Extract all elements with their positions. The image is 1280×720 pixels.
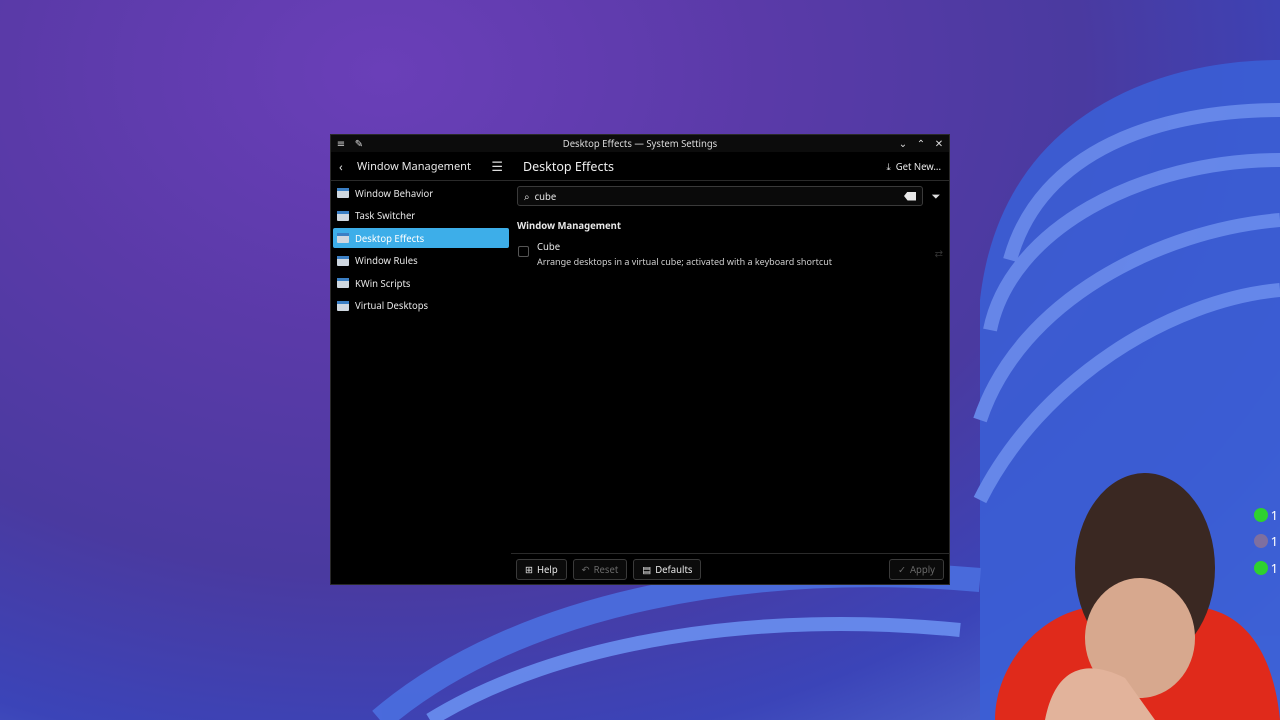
- search-value: cube: [534, 189, 557, 203]
- sidebar-item-label: Desktop Effects: [355, 231, 425, 245]
- desktop-effects-icon: [337, 233, 349, 244]
- sidebar-item-window-rules[interactable]: Window Rules: [333, 251, 509, 271]
- hud-row-2: 1: [1253, 532, 1278, 550]
- reset-button[interactable]: ↶ Reset: [572, 558, 628, 580]
- hud-value: 1: [1270, 532, 1278, 550]
- titlebar[interactable]: ≡ ✎ Desktop Effects — System Settings ⌄ …: [331, 135, 949, 152]
- effect-row-cube[interactable]: Cube Arrange desktops in a virtual cube;…: [511, 236, 949, 272]
- virtual-desktops-icon: [337, 300, 349, 311]
- task-switcher-icon: [337, 210, 349, 221]
- defaults-label: Defaults: [655, 562, 693, 576]
- apply-icon: ✓: [897, 562, 906, 576]
- help-icon: ⊞: [525, 562, 533, 576]
- sidebar-item-label: Window Behavior: [355, 186, 434, 200]
- maximize-icon[interactable]: ⌃: [915, 136, 927, 150]
- search-row: ⌕ cube ⏷: [511, 181, 949, 211]
- sidebar-item-desktop-effects[interactable]: Desktop Effects: [333, 228, 509, 249]
- help-button[interactable]: ⊞ Help: [516, 558, 567, 580]
- sidebar-item-label: Task Switcher: [355, 209, 416, 223]
- status-icon: [1253, 534, 1268, 548]
- minimize-icon[interactable]: ⌄: [897, 136, 909, 150]
- sidebar-nav: Window Behavior Task Switcher Desktop Ef…: [331, 181, 511, 321]
- kwin-scripts-icon: [337, 278, 349, 289]
- hamburger-menu-icon[interactable]: ☰: [491, 157, 503, 175]
- effect-name: Cube: [537, 240, 561, 253]
- webcam-overlay: [995, 473, 1280, 720]
- sidebar-item-task-switcher[interactable]: Task Switcher: [333, 206, 509, 226]
- sidebar-item-label: Window Rules: [355, 254, 418, 268]
- filter-icon[interactable]: ⏷: [929, 189, 943, 204]
- effect-checkbox[interactable]: [518, 246, 529, 257]
- footer: ⊞ Help ↶ Reset ▤ Defaults ✓ Apply: [511, 553, 949, 584]
- window-title: Desktop Effects — System Settings: [562, 137, 718, 150]
- reset-label: Reset: [593, 562, 619, 576]
- configure-icon[interactable]: ⇄: [935, 246, 943, 260]
- window-rules-icon: [337, 255, 349, 266]
- apply-label: Apply: [909, 562, 935, 576]
- defaults-button[interactable]: ▤ Defaults: [633, 558, 702, 580]
- close-icon: [1253, 508, 1268, 522]
- effect-description: Arrange desktops in a virtual cube; acti…: [537, 255, 833, 268]
- back-icon[interactable]: ‹: [339, 158, 351, 175]
- sidebar-item-label: Virtual Desktops: [355, 299, 429, 313]
- main-panel: Desktop Effects ⤓ Get New... ⌕ cube ⏷ Wi…: [511, 152, 949, 584]
- play-icon: [1253, 561, 1268, 575]
- window-behavior-icon: [337, 188, 349, 198]
- defaults-icon: ▤: [642, 562, 652, 576]
- pin-icon[interactable]: ✎: [353, 136, 365, 150]
- hud-value: 1: [1270, 506, 1278, 524]
- clear-search-icon[interactable]: [904, 191, 916, 201]
- get-new-label: Get New...: [895, 159, 941, 173]
- sidebar-item-virtual-desktops[interactable]: Virtual Desktops: [333, 296, 509, 316]
- reset-icon: ↶: [581, 562, 590, 576]
- sidebar-header: ‹ Window Management ☰: [331, 152, 511, 181]
- sidebar-header-label: Window Management: [357, 158, 471, 174]
- main-header: Desktop Effects ⤓ Get New...: [511, 152, 949, 181]
- system-settings-window: ≡ ✎ Desktop Effects — System Settings ⌄ …: [330, 134, 950, 585]
- hud-row-3: 1: [1253, 559, 1278, 577]
- apply-button[interactable]: ✓ Apply: [888, 558, 944, 580]
- sidebar-item-kwin-scripts[interactable]: KWin Scripts: [333, 273, 509, 293]
- sidebar-item-window-behavior[interactable]: Window Behavior: [333, 183, 509, 203]
- section-title: Window Management: [517, 219, 621, 232]
- search-input[interactable]: ⌕ cube: [517, 186, 923, 206]
- download-icon: ⤓: [886, 159, 891, 173]
- sidebar: ‹ Window Management ☰ Window Behavior Ta…: [331, 152, 512, 584]
- window-menu-icon[interactable]: ≡: [335, 136, 347, 150]
- search-icon: ⌕: [524, 189, 530, 203]
- sidebar-item-label: KWin Scripts: [355, 276, 411, 290]
- page-title: Desktop Effects: [523, 157, 614, 175]
- close-icon[interactable]: ✕: [933, 136, 945, 150]
- help-label: Help: [536, 562, 558, 576]
- hud-value: 1: [1270, 559, 1278, 577]
- get-new-button[interactable]: ⤓ Get New...: [887, 160, 942, 173]
- effect-text: Cube Arrange desktops in a virtual cube;…: [537, 240, 832, 268]
- hud-row-1: 1: [1253, 506, 1278, 524]
